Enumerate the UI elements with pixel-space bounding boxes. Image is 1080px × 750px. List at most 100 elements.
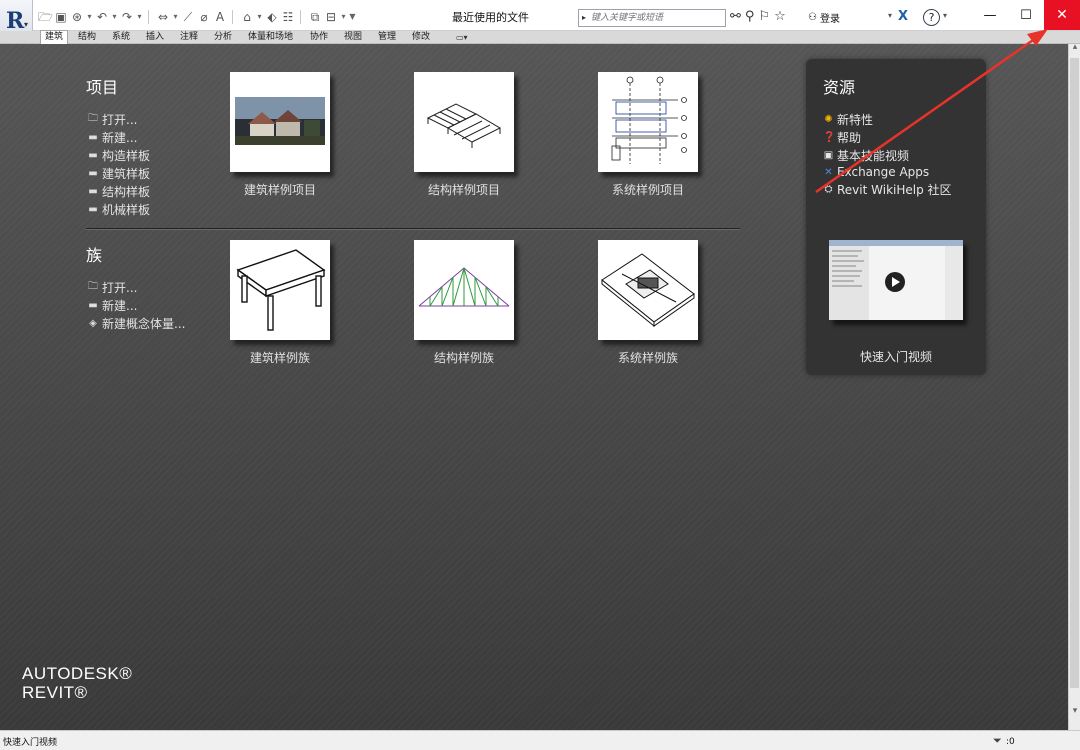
- vertical-scrollbar[interactable]: ▴ ▾: [1068, 42, 1080, 730]
- link-label: 帮助: [837, 131, 862, 145]
- folder-open-icon: 🗀: [88, 281, 98, 292]
- mechanical-template-link[interactable]: ▬ 机械样板: [87, 201, 150, 218]
- family-new-link[interactable]: ▬ 新建...: [87, 297, 137, 314]
- exchange-apps-link[interactable]: ✕ Exchange Apps: [823, 165, 929, 179]
- separator: [232, 10, 238, 24]
- construction-template-link[interactable]: ▬ 构造样板: [87, 147, 150, 164]
- conceptual-mass-icon: ◈: [89, 318, 97, 329]
- open-icon[interactable]: 🗁: [38, 9, 53, 25]
- architectural-sample-family-thumbnail[interactable]: [230, 240, 330, 340]
- communication-icon[interactable]: ⚐: [758, 9, 770, 24]
- architectural-sample-family-label[interactable]: 建筑样例族: [205, 349, 355, 366]
- dimension-icon[interactable]: ⟋: [181, 9, 195, 25]
- dropdown-icon[interactable]: ▾: [111, 9, 118, 25]
- tab-manage[interactable]: 管理: [378, 31, 396, 44]
- architectural-template-link[interactable]: ▬ 建筑样板: [87, 165, 150, 182]
- tab-modify[interactable]: 修改: [412, 31, 430, 44]
- link-label: 结构样板: [102, 185, 151, 199]
- essential-skills-videos-link[interactable]: ▣ 基本技能视频: [823, 147, 909, 164]
- architectural-sample-project-thumbnail[interactable]: [230, 72, 330, 172]
- ribbon-options-icon[interactable]: ▭▾: [456, 33, 474, 42]
- tab-view[interactable]: 视图: [344, 31, 362, 44]
- link-label: Exchange Apps: [837, 165, 930, 179]
- 3d-view-icon[interactable]: ⌂: [240, 9, 254, 25]
- scroll-down-icon[interactable]: ▾: [1070, 706, 1080, 716]
- tag-icon[interactable]: ⌀: [197, 9, 211, 25]
- tab-architecture[interactable]: 建筑: [40, 30, 69, 44]
- subscription-icon[interactable]: ⚲: [745, 9, 755, 24]
- customize-qat-icon[interactable]: ▼: [349, 9, 356, 25]
- dropdown-icon[interactable]: ▾: [136, 9, 143, 25]
- dropdown-icon[interactable]: ▾: [340, 9, 347, 25]
- thin-lines-icon[interactable]: ☷: [281, 9, 295, 25]
- chevron-down-icon[interactable]: ▾: [888, 11, 892, 20]
- new-conceptual-mass-link[interactable]: ◈ 新建概念体量...: [87, 315, 185, 332]
- link-label: 基本技能视频: [837, 149, 910, 163]
- quick-start-video-thumbnail[interactable]: [829, 240, 963, 320]
- quick-start-video-label[interactable]: 快速入门视频: [806, 348, 986, 365]
- tab-collaborate[interactable]: 协作: [310, 31, 328, 44]
- structural-sample-project-label[interactable]: 结构样例项目: [389, 181, 539, 198]
- measure-icon[interactable]: ⇔: [156, 9, 170, 25]
- sync-icon[interactable]: ⊛: [70, 9, 84, 25]
- structural-template-link[interactable]: ▬ 结构样板: [87, 183, 150, 200]
- search-input[interactable]: [591, 11, 723, 25]
- minimize-button[interactable]: —: [972, 0, 1008, 30]
- dropdown-icon[interactable]: ▾: [172, 9, 179, 25]
- tab-analyze[interactable]: 分析: [214, 31, 232, 44]
- scroll-up-icon[interactable]: ▴: [1070, 42, 1080, 52]
- help-link[interactable]: ❓ 帮助: [823, 129, 861, 146]
- sign-in-button[interactable]: ⚇ 登录 ▾: [808, 10, 892, 25]
- exchange-apps-icon[interactable]: X: [898, 9, 908, 24]
- architectural-sample-project-label[interactable]: 建筑样例项目: [205, 181, 355, 198]
- help-icon: ❓: [823, 132, 836, 143]
- filter-icon[interactable]: ⏷: [993, 734, 1002, 748]
- scrollbar-thumb[interactable]: [1070, 58, 1079, 688]
- template-icon: ▬: [88, 186, 98, 197]
- redo-icon[interactable]: ↷: [120, 9, 134, 25]
- tab-annotate[interactable]: 注释: [180, 31, 198, 44]
- folder-open-icon: 🗀: [88, 113, 98, 124]
- structural-sample-family-thumbnail[interactable]: [414, 240, 514, 340]
- section-icon[interactable]: ⬖: [265, 9, 279, 25]
- binoculars-icon[interactable]: ⚯: [730, 9, 741, 24]
- structural-sample-family-label[interactable]: 结构样例族: [389, 349, 539, 366]
- link-label: 构造样板: [102, 149, 151, 163]
- project-open-link[interactable]: 🗀 打开...: [87, 111, 137, 128]
- sun-icon: ✺: [824, 114, 833, 125]
- text-icon[interactable]: A: [213, 9, 227, 25]
- dropdown-icon[interactable]: ▾: [86, 9, 93, 25]
- search-box[interactable]: ▸: [578, 9, 726, 27]
- whats-new-link[interactable]: ✺ 新特性: [823, 111, 873, 128]
- systems-sample-project-label[interactable]: 系统样例项目: [573, 181, 723, 198]
- switch-windows-icon[interactable]: ⊟: [324, 9, 338, 25]
- projects-heading: 项目: [86, 78, 119, 97]
- status-bar: 快速入门视频 ⏷ :0: [0, 730, 1080, 750]
- save-icon[interactable]: ▣: [54, 9, 68, 25]
- maximize-button[interactable]: ☐: [1008, 0, 1044, 30]
- systems-sample-family-label[interactable]: 系统样例族: [573, 349, 723, 366]
- sign-in-label: 登录: [819, 14, 840, 25]
- expand-search-icon[interactable]: ▸: [582, 13, 586, 22]
- project-new-link[interactable]: ▬ 新建...: [87, 129, 137, 146]
- tab-structure[interactable]: 结构: [78, 31, 96, 44]
- wikihelp-link[interactable]: ⛭ Revit WikiHelp 社区: [823, 181, 952, 198]
- dropdown-icon[interactable]: ▾: [256, 9, 263, 25]
- help-button[interactable]: ?: [923, 9, 940, 26]
- tab-systems[interactable]: 系统: [112, 31, 130, 44]
- undo-icon[interactable]: ↶: [95, 9, 109, 25]
- tab-massing-site[interactable]: 体量和场地: [248, 31, 293, 44]
- systems-sample-project-thumbnail[interactable]: [598, 72, 698, 172]
- systems-sample-family-thumbnail[interactable]: [598, 240, 698, 340]
- favorites-icon[interactable]: ☆: [774, 9, 786, 24]
- structural-sample-project-thumbnail[interactable]: [414, 72, 514, 172]
- wikihelp-icon: ⛭: [824, 184, 833, 195]
- tab-insert[interactable]: 插入: [146, 31, 164, 44]
- family-open-link[interactable]: 🗀 打开...: [87, 279, 137, 296]
- video-icon: ▣: [823, 150, 834, 161]
- chevron-down-icon[interactable]: ▾: [943, 11, 947, 20]
- close-hidden-icon[interactable]: ⧉: [308, 9, 322, 25]
- quick-access-toolbar: 🗁 ▣ ⊛ ▾ ↶ ▾ ↷ ▾ ⇔ ▾ ⟋ ⌀ A ⌂ ▾ ⬖ ☷ ⧉ ⊟ ▾ …: [38, 8, 356, 26]
- recent-files-page: 项目 🗀 打开... ▬ 新建... ▬ 构造样板 ▬ 建筑样板 ▬ 结构样板 ▬ 机械样板…: [0, 44, 1068, 730]
- close-button[interactable]: ✕: [1044, 0, 1080, 30]
